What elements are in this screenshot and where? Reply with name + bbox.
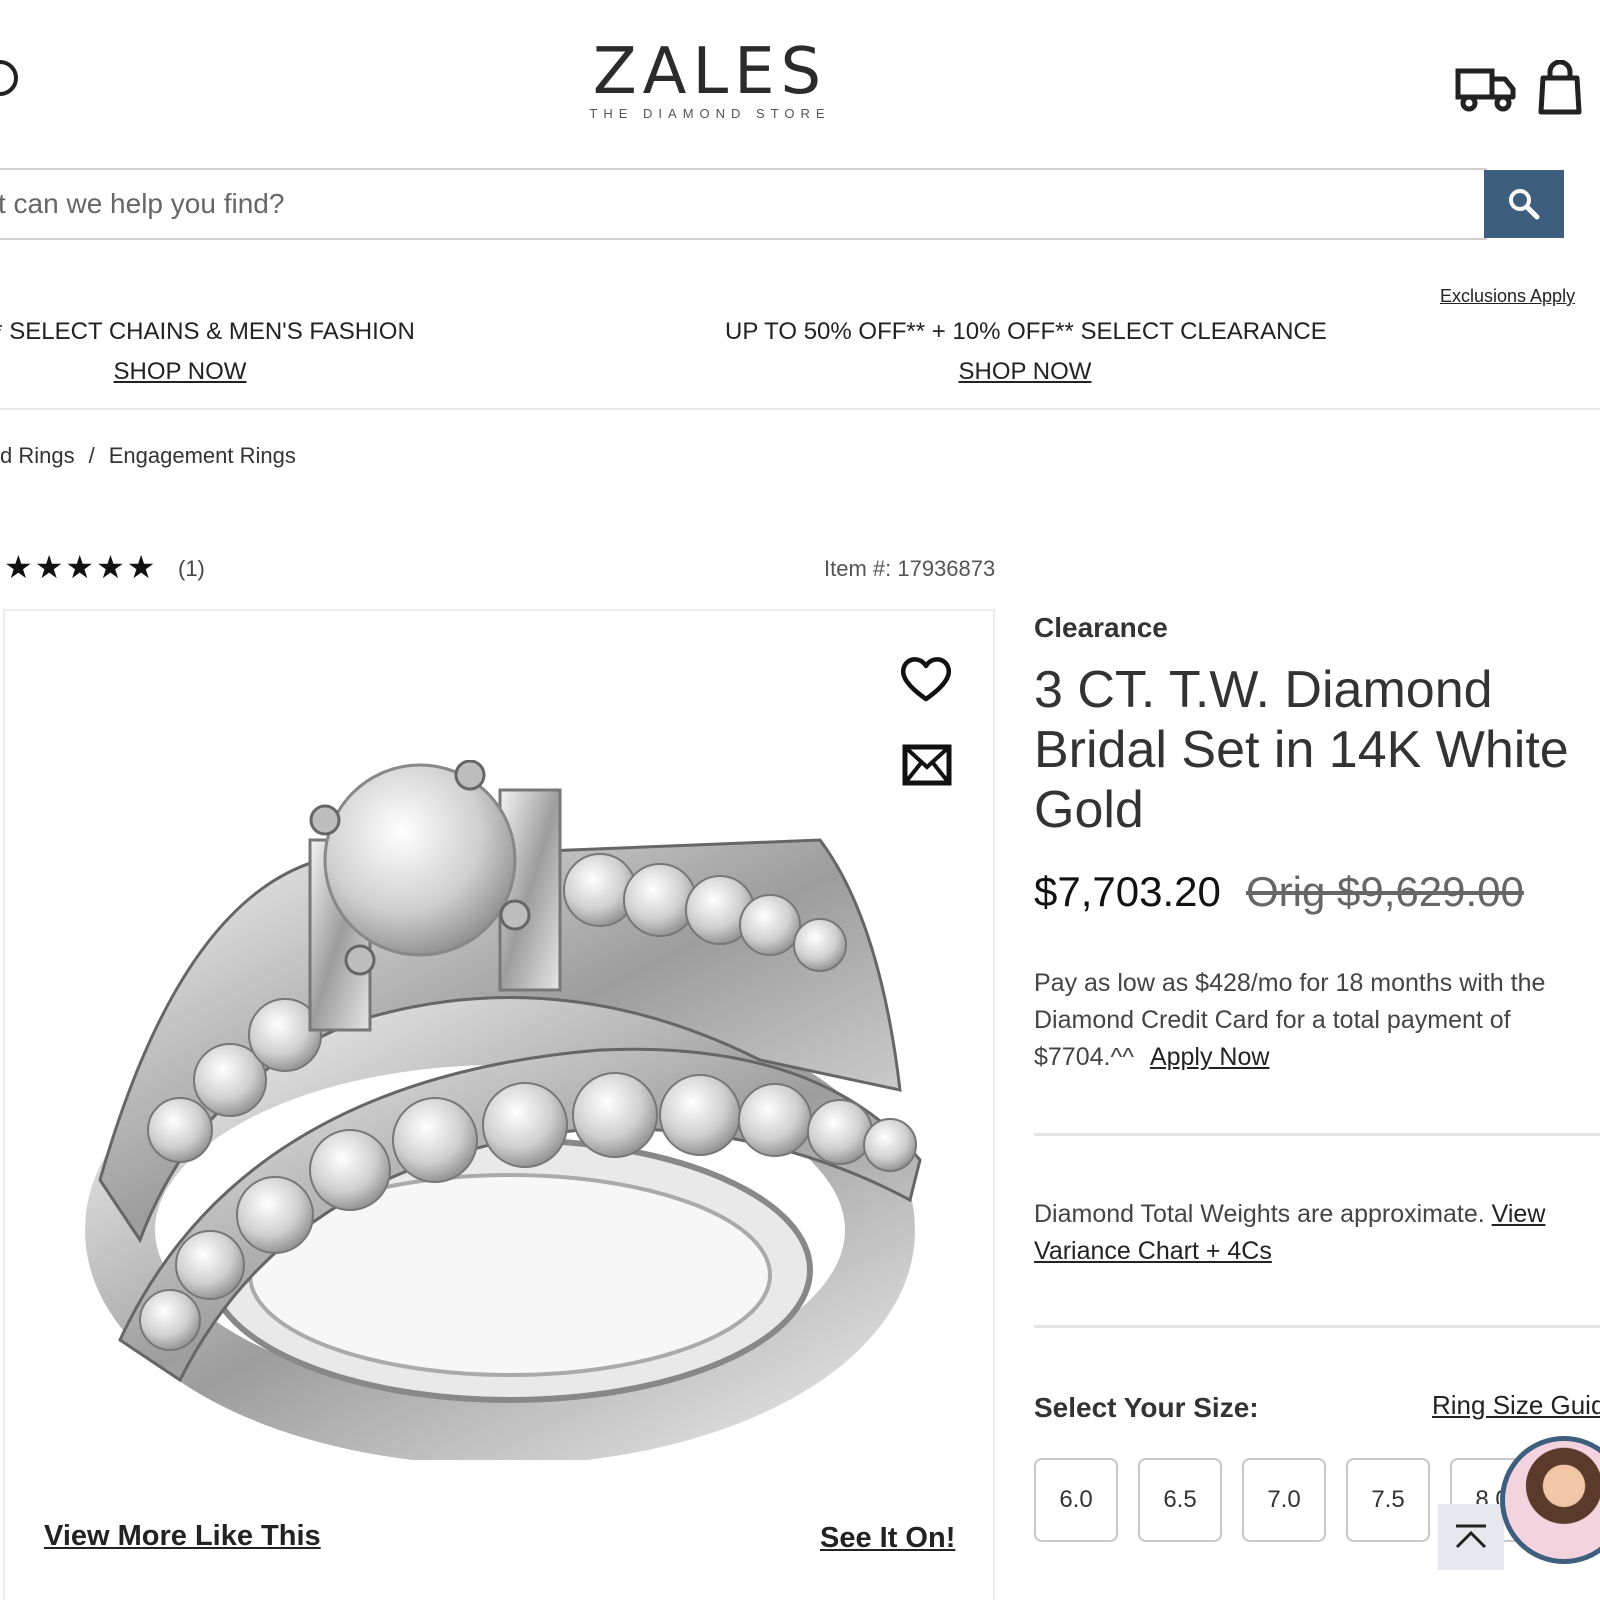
sale-price: $7,703.20 <box>1034 868 1221 915</box>
size-option[interactable]: 6.0 <box>1034 1458 1118 1542</box>
breadcrumb-separator: / <box>88 443 95 468</box>
see-it-on-link[interactable]: See It On! <box>820 1522 955 1555</box>
breadcrumb: d Rings / Engagement Rings <box>0 443 296 469</box>
heart-icon[interactable] <box>898 653 954 705</box>
exclusions-apply-link[interactable]: Exclusions Apply <box>1440 286 1575 307</box>
search-icon <box>1509 189 1540 220</box>
size-option[interactable]: 7.5 <box>1346 1458 1430 1542</box>
account-icon[interactable] <box>0 60 18 96</box>
logo-tagline: THE DIAMOND STORE <box>589 106 831 121</box>
search-input[interactable] <box>0 170 1487 238</box>
logo-wordmark: ZALES <box>592 35 828 109</box>
zales-logo[interactable]: ZALES THE DIAMOND STORE <box>560 40 860 121</box>
financing-info: Pay as low as $428/mo for 18 months with… <box>1034 965 1594 1076</box>
weights-text: Diamond Total Weights are approximate. <box>1034 1200 1485 1228</box>
search-bar <box>0 168 1487 240</box>
search-button[interactable] <box>1484 170 1564 238</box>
rating-stars[interactable]: ★★★★★ <box>4 550 157 584</box>
breadcrumb-item-rings[interactable]: d Rings <box>0 443 75 468</box>
product-image[interactable] <box>60 760 960 1460</box>
promo-banner-clearance: UP TO 50% OFF** + 10% OFF** SELECT CLEAR… <box>725 318 1327 386</box>
mail-icon[interactable] <box>902 744 952 786</box>
divider <box>1034 1325 1600 1328</box>
chevron-up-icon <box>1455 1524 1487 1549</box>
diamond-weights-info: Diamond Total Weights are approximate. V… <box>1034 1196 1594 1270</box>
promo-banner-chains: OFF* SELECT CHAINS & MEN'S FASHION SHOP … <box>0 318 470 386</box>
bag-icon[interactable] <box>1538 60 1582 116</box>
divider <box>0 408 1600 410</box>
divider <box>1034 1133 1600 1136</box>
clearance-badge: Clearance <box>1034 612 1168 643</box>
view-more-like-this-link[interactable]: View More Like This <box>44 1520 321 1553</box>
breadcrumb-item-engagement-rings[interactable]: Engagement Rings <box>109 443 296 468</box>
promo-text: OFF* SELECT CHAINS & MEN'S FASHION <box>0 318 415 345</box>
truck-icon[interactable] <box>1455 65 1517 113</box>
chat-agent-avatar[interactable] <box>1500 1436 1600 1564</box>
promo-text: UP TO 50% OFF** + 10% OFF** SELECT CLEAR… <box>725 318 1327 345</box>
product-title: 3 CT. T.W. Diamond Bridal Set in 14K Whi… <box>1034 661 1569 839</box>
original-price: Orig $9,629.00 <box>1246 868 1524 915</box>
rating-count[interactable]: (1) <box>178 556 205 582</box>
financing-text: Pay as low as $428/mo for 18 months with… <box>1034 969 1546 1071</box>
scroll-to-top-button[interactable] <box>1438 1504 1504 1570</box>
shop-now-link[interactable]: SHOP NOW <box>114 358 247 386</box>
size-option[interactable]: 6.5 <box>1138 1458 1222 1542</box>
apply-now-link[interactable]: Apply Now <box>1150 1043 1270 1071</box>
ring-size-guide-link[interactable]: Ring Size Guide <box>1432 1390 1600 1421</box>
size-option[interactable]: 7.0 <box>1242 1458 1326 1542</box>
size-select-label: Select Your Size: <box>1034 1392 1259 1423</box>
item-number: Item #: 17936873 <box>824 556 996 581</box>
shop-now-link[interactable]: SHOP NOW <box>959 358 1092 386</box>
